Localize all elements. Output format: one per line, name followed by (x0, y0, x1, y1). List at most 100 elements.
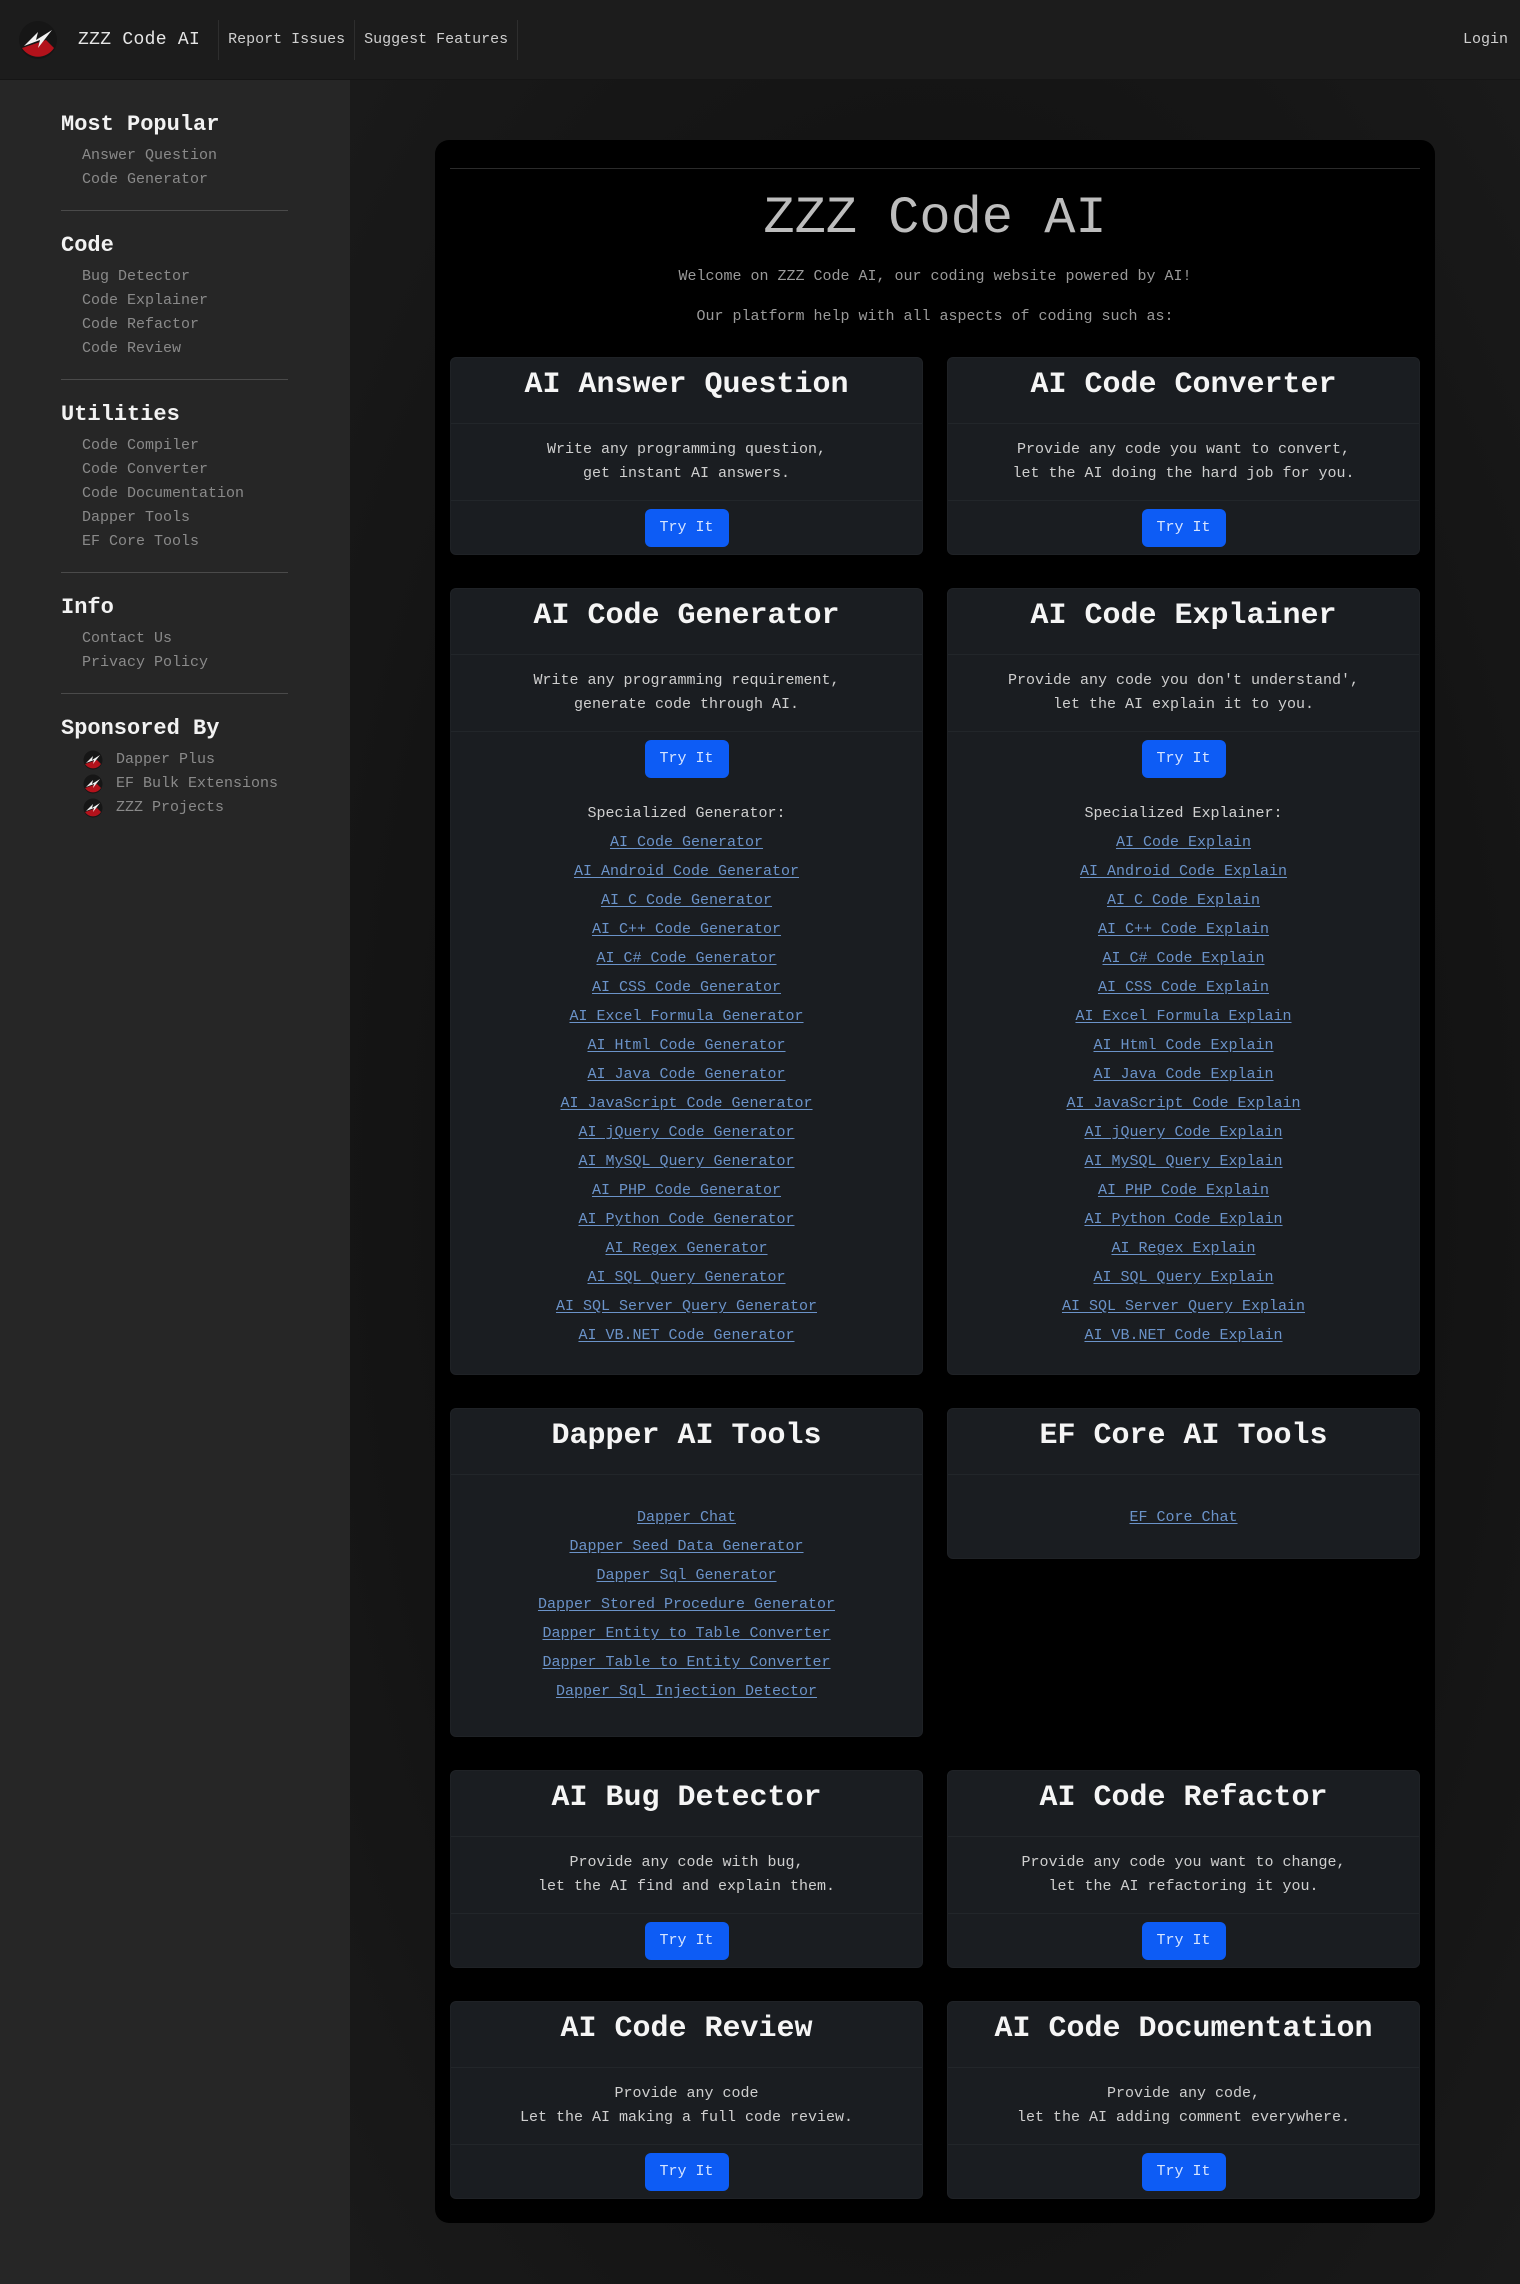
sidebar-section-title: Code (61, 233, 114, 258)
specialized-explainer-link[interactable]: AI MySQL Query Explain (948, 1147, 1419, 1176)
nav-suggest-features[interactable]: Suggest Features (354, 19, 519, 60)
sidebar-item-code-converter[interactable]: Code Converter (82, 458, 288, 482)
sidebar-section-title: Utilities (61, 402, 180, 427)
specialized-generator-link[interactable]: AI C Code Generator (451, 886, 922, 915)
specialized-generator-link[interactable]: AI Python Code Generator (451, 1205, 922, 1234)
card-title: EF Core AI Tools (1039, 1419, 1328, 1453)
nav-report-issues[interactable]: Report Issues (218, 19, 354, 60)
sidebar-item-code-generator[interactable]: Code Generator (82, 168, 288, 192)
zzz-logo-icon (16, 18, 60, 62)
specialized-generator-link[interactable]: AI jQuery Code Generator (451, 1118, 922, 1147)
specialized-generator-link[interactable]: AI Android Code Generator (451, 857, 922, 886)
sidebar-item-code-explainer[interactable]: Code Explainer (82, 289, 288, 313)
sponsor-ef-bulk-extensions[interactable]: EF Bulk Extensions (82, 772, 288, 796)
card-description-line: let the AI refactoring it you. (1048, 1878, 1319, 1895)
specialized-explainer-link[interactable]: AI SQL Query Explain (948, 1263, 1419, 1292)
specialized-explainer-link[interactable]: AI Html Code Explain (948, 1031, 1419, 1060)
sidebar-item-code-documentation[interactable]: Code Documentation (82, 482, 288, 506)
sponsor-zzz-projects[interactable]: ZZZ Projects (82, 796, 288, 820)
sidebar-item-contact-us[interactable]: Contact Us (82, 627, 288, 651)
sidebar-item-dapper-tools[interactable]: Dapper Tools (82, 506, 288, 530)
card-description-line: let the AI doing the hard job for you. (1012, 465, 1355, 482)
specialized-generator-link[interactable]: AI Java Code Generator (451, 1060, 922, 1089)
specialized-explainer-link[interactable]: AI PHP Code Explain (948, 1176, 1419, 1205)
specialized-generator-link[interactable]: AI Html Code Generator (451, 1031, 922, 1060)
sidebar-item-ef-core-tools[interactable]: EF Core Tools (82, 530, 288, 554)
dapper-tool-link[interactable]: Dapper Table to Entity Converter (451, 1648, 922, 1677)
brand-name[interactable]: ZZZ Code AI (78, 30, 200, 50)
specialized-generator-link[interactable]: AI SQL Server Query Generator (451, 1292, 922, 1321)
sidebar-item-code-compiler[interactable]: Code Compiler (82, 434, 288, 458)
specialized-explainer-link[interactable]: AI Java Code Explain (948, 1060, 1419, 1089)
specialized-explainer-link[interactable]: AI SQL Server Query Explain (948, 1292, 1419, 1321)
specialized-generator-link[interactable]: AI C++ Code Generator (451, 915, 922, 944)
card-description-line: generate code through AI. (573, 696, 800, 713)
cards-row: AI Code Generator Write any programming … (450, 588, 1420, 1375)
zzz-logo-icon (82, 797, 104, 819)
specialized-generator-link[interactable]: AI Regex Generator (451, 1234, 922, 1263)
specialized-explainer-link[interactable]: AI C Code Explain (948, 886, 1419, 915)
card-title: Dapper AI Tools (551, 1419, 822, 1453)
dapper-tool-link[interactable]: Dapper Sql Injection Detector (451, 1677, 922, 1706)
specialized-explainer-link[interactable]: AI Excel Formula Explain (948, 1002, 1419, 1031)
sidebar-item-privacy-policy[interactable]: Privacy Policy (82, 651, 288, 675)
dapper-tool-link[interactable]: Dapper Stored Procedure Generator (451, 1590, 922, 1619)
specialized-generator-link[interactable]: AI C# Code Generator (451, 944, 922, 973)
top-navbar: ZZZ Code AI Report Issues Suggest Featur… (0, 0, 1520, 80)
sidebar-divider (61, 379, 288, 380)
zzz-logo-icon (82, 749, 104, 771)
specialized-explainer-link[interactable]: AI CSS Code Explain (948, 973, 1419, 1002)
try-it-button[interactable]: Try It (644, 509, 729, 547)
specialized-explainer-link[interactable]: AI VB.NET Code Explain (948, 1321, 1419, 1350)
try-it-button[interactable]: Try It (1141, 509, 1226, 547)
sidebar-item-answer-question[interactable]: Answer Question (82, 144, 288, 168)
try-it-button[interactable]: Try It (644, 740, 729, 778)
specialized-generator-link[interactable]: AI VB.NET Code Generator (451, 1321, 922, 1350)
specialized-generator-link[interactable]: AI CSS Code Generator (451, 973, 922, 1002)
sidebar-item-code-review[interactable]: Code Review (82, 337, 288, 361)
sidebar-section-sponsored: Sponsored By Dapper Plus EF Bulk Extensi… (61, 714, 288, 820)
specialized-explainer-link[interactable]: AI Android Code Explain (948, 857, 1419, 886)
try-it-button[interactable]: Try It (1141, 740, 1226, 778)
specialized-explainer-link[interactable]: AI C# Code Explain (948, 944, 1419, 973)
sidebar-section-info: Info Contact Us Privacy Policy (61, 593, 288, 694)
specialized-explainer-link[interactable]: AI JavaScript Code Explain (948, 1089, 1419, 1118)
sponsor-dapper-plus[interactable]: Dapper Plus (82, 748, 288, 772)
card-description-line: Let the AI making a full code review. (519, 2109, 854, 2126)
try-it-button[interactable]: Try It (644, 1922, 729, 1960)
specialized-explainer-link[interactable]: AI Code Explain (948, 828, 1419, 857)
specialized-explainer-link[interactable]: AI Regex Explain (948, 1234, 1419, 1263)
dapper-tools-list: Dapper Chat Dapper Seed Data Generator Dap… (451, 1475, 922, 1736)
page-title: ZZZ Code AI (763, 189, 1107, 248)
try-it-button[interactable]: Try It (1141, 1922, 1226, 1960)
sidebar-item-code-refactor[interactable]: Code Refactor (82, 313, 288, 337)
dapper-tool-link[interactable]: Dapper Sql Generator (451, 1561, 922, 1590)
specialized-generator-link[interactable]: AI PHP Code Generator (451, 1176, 922, 1205)
main-container: ZZZ Code AI Welcome on ZZZ Code AI, our … (435, 140, 1435, 2223)
card-ef-core-tools: EF Core AI Tools EF Core Chat (947, 1408, 1420, 1559)
specialized-explainer-link[interactable]: AI C++ Code Explain (948, 915, 1419, 944)
try-it-button[interactable]: Try It (644, 2153, 729, 2191)
ef-core-tools-list: EF Core Chat (948, 1475, 1419, 1558)
specialized-generator-link[interactable]: AI Excel Formula Generator (451, 1002, 922, 1031)
sidebar-section-utilities: Utilities Code Compiler Code Converter C… (61, 400, 288, 573)
brand-link[interactable]: ZZZ Code AI (0, 0, 218, 79)
dapper-tool-link[interactable]: Dapper Seed Data Generator (451, 1532, 922, 1561)
specialized-generator-link[interactable]: AI MySQL Query Generator (451, 1147, 922, 1176)
try-it-button[interactable]: Try It (1141, 2153, 1226, 2191)
specialized-generator-link[interactable]: AI SQL Query Generator (451, 1263, 922, 1292)
specialized-generator-link[interactable]: AI JavaScript Code Generator (451, 1089, 922, 1118)
sidebar-section-code: Code Bug Detector Code Explainer Code Re… (61, 231, 288, 380)
specialized-generator-link[interactable]: AI Code Generator (451, 828, 922, 857)
specialized-generator-list: AI Code Generator AI Android Code Generat… (451, 828, 922, 1374)
sidebar-item-bug-detector[interactable]: Bug Detector (82, 265, 288, 289)
card-description-line: Provide any code (614, 2085, 759, 2102)
login-link[interactable]: Login (1463, 31, 1508, 48)
specialized-title: Specialized Explainer: (1084, 805, 1283, 822)
specialized-explainer-link[interactable]: AI Python Code Explain (948, 1205, 1419, 1234)
specialized-explainer-link[interactable]: AI jQuery Code Explain (948, 1118, 1419, 1147)
dapper-tool-link[interactable]: Dapper Entity to Table Converter (451, 1619, 922, 1648)
card-code-refactor: AI Code Refactor Provide any code you wa… (947, 1770, 1420, 1968)
ef-core-tool-link[interactable]: EF Core Chat (948, 1503, 1419, 1532)
dapper-tool-link[interactable]: Dapper Chat (451, 1503, 922, 1532)
